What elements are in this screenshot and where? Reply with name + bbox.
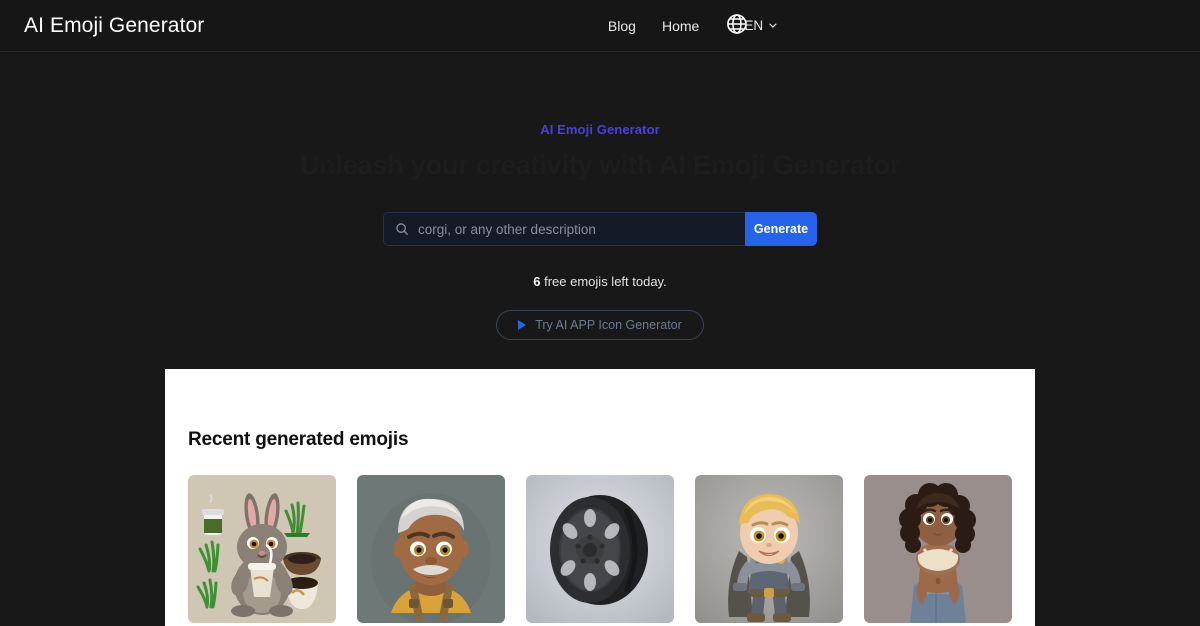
recent-emojis-panel: Recent generated emojis: [165, 369, 1035, 626]
site-logo[interactable]: AI Emoji Generator: [24, 14, 204, 38]
hero-section: AI Emoji Generator Unleash your creativi…: [0, 52, 1200, 340]
emoji-card-car-tire[interactable]: [526, 475, 674, 623]
hero-eyebrow: AI Emoji Generator: [540, 122, 660, 137]
nav-link-home[interactable]: Home: [662, 18, 699, 34]
emoji-card-older-man[interactable]: [357, 475, 505, 623]
chevron-down-icon: [768, 18, 778, 33]
search-icon: [395, 222, 409, 236]
generate-button[interactable]: Generate: [745, 212, 817, 246]
play-icon: [518, 320, 527, 330]
quota-text: free emojis left today.: [540, 274, 667, 289]
search-input[interactable]: [418, 221, 745, 237]
promo-section: Try AI APP Icon Generator: [0, 310, 1200, 340]
emoji-grid: [188, 475, 1012, 623]
try-app-icon-generator-button[interactable]: Try AI APP Icon Generator: [496, 310, 704, 340]
page-title: Unleash your creativity with AI Emoji Ge…: [299, 150, 901, 180]
quota-count: 6: [533, 274, 541, 289]
emoji-card-rabbit-coffee[interactable]: [188, 475, 336, 623]
search-field-wrapper[interactable]: [383, 212, 745, 246]
main-navigation: Blog Home EN: [608, 12, 778, 39]
quota-status: 6 free emojis left today.: [0, 274, 1200, 289]
section-title: Recent generated emojis: [188, 429, 409, 450]
generator-form: Generate: [383, 212, 817, 246]
site-header: AI Emoji Generator Blog Home EN: [0, 0, 1200, 52]
emoji-card-hero-boy[interactable]: [695, 475, 843, 623]
language-selector[interactable]: EN: [725, 12, 778, 39]
emoji-card-curly-woman[interactable]: [864, 475, 1012, 623]
language-label: EN: [744, 18, 764, 33]
promo-label: Try AI APP Icon Generator: [535, 318, 682, 332]
nav-link-blog[interactable]: Blog: [608, 18, 636, 34]
